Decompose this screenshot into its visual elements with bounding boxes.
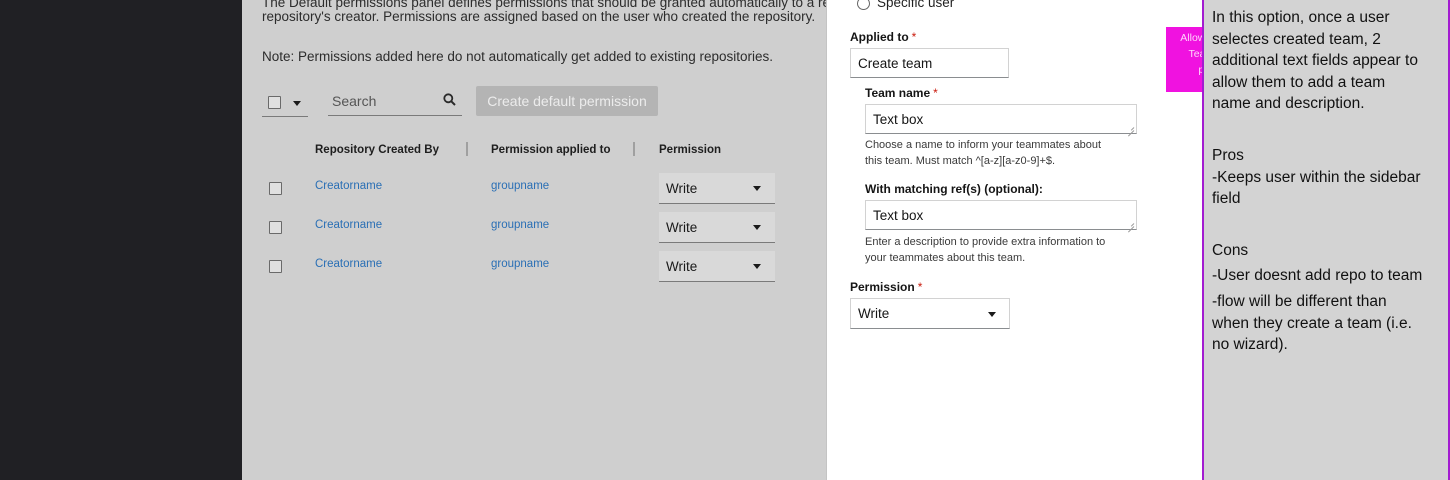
search-icon	[443, 93, 456, 106]
notes-heading-cons: Cons	[1212, 242, 1249, 259]
caret-down-icon	[293, 101, 301, 106]
description-line-2: repository's creator. Permissions are as…	[262, 9, 816, 24]
row-checkbox[interactable]	[269, 182, 282, 195]
team-name-label: Team name *	[865, 86, 938, 100]
matching-ref-label: With matching ref(s) (optional):	[865, 182, 1043, 196]
caret-down-icon	[753, 264, 761, 269]
matching-ref-help-line-1: Enter a description to provide extra inf…	[865, 236, 1106, 248]
notes-line: name and description.	[1212, 95, 1365, 112]
required-mark: *	[917, 280, 923, 294]
notes-heading-pros: Pros	[1212, 147, 1244, 164]
notes-line: field	[1212, 190, 1241, 207]
caret-down-icon	[753, 186, 761, 191]
specific-user-label: Specific user	[877, 0, 955, 10]
applied-to-value: Create team	[858, 56, 933, 71]
matching-ref-value: Text box	[873, 208, 924, 223]
permission-select[interactable]: Write	[659, 251, 775, 282]
permission-applied-to-link[interactable]: groupname	[491, 219, 549, 231]
sort-icon[interactable]	[631, 142, 637, 156]
notes-line: -flow will be different than	[1212, 293, 1387, 310]
column-header-permission: Permission	[659, 144, 721, 156]
search-placeholder: Search	[332, 93, 377, 109]
resize-handle-icon[interactable]	[1127, 220, 1134, 227]
matching-ref-help-line-2: your teammates about this team.	[865, 252, 1026, 264]
team-name-help-line-2: this team. Must match ^[a-z][a-z0-9]+$.	[865, 155, 1056, 167]
repository-creator-link[interactable]: Creatorname	[315, 219, 382, 231]
specific-user-radio[interactable]	[857, 0, 870, 10]
permission-label: Permission *	[850, 280, 923, 294]
main-content: The Default permissions panel defines pe…	[242, 0, 826, 480]
notes-line: allow them to add a team	[1212, 74, 1386, 91]
team-name-help-line-1: Choose a name to inform your teammates a…	[865, 139, 1102, 151]
notes-line: -User doesnt add repo to team	[1212, 267, 1423, 284]
permission-select[interactable]: Write	[659, 173, 775, 204]
permission-value: Write	[666, 220, 698, 235]
permission-value: Write	[858, 306, 890, 321]
notes-line: no wizard).	[1212, 336, 1288, 353]
applied-to-label: Applied to *	[850, 30, 917, 44]
bulk-select-dropdown[interactable]	[262, 88, 308, 117]
left-navigation	[0, 0, 242, 480]
notes-line: In this option, once a user	[1212, 9, 1390, 26]
row-checkbox[interactable]	[269, 221, 282, 234]
permission-applied-to-link[interactable]: groupname	[491, 180, 549, 192]
permission-applied-to-link[interactable]: groupname	[491, 258, 549, 270]
bulk-select-checkbox[interactable]	[268, 96, 281, 109]
caret-down-icon	[753, 225, 761, 230]
sort-icon[interactable]	[464, 142, 470, 156]
permissions-note: Note: Permissions added here do not auto…	[262, 49, 774, 64]
resize-handle-icon[interactable]	[1127, 124, 1134, 131]
required-mark: *	[933, 86, 938, 100]
caret-down-icon	[988, 312, 996, 317]
permission-select[interactable]: Write	[850, 298, 1010, 329]
row-checkbox[interactable]	[269, 260, 282, 273]
create-default-permission-button[interactable]: Create default permission	[476, 86, 658, 116]
design-notes-panel: In this option, once a user selectes cre…	[1202, 0, 1450, 480]
matching-ref-textarea[interactable]: Text box	[865, 200, 1137, 230]
permission-value: Write	[666, 259, 698, 274]
notes-line: when they create a team (i.e.	[1212, 315, 1412, 332]
required-mark: *	[911, 30, 917, 44]
notes-line: selectes created team, 2	[1212, 31, 1381, 48]
applied-to-select[interactable]: Create team	[850, 48, 1009, 78]
notes-line: -Keeps user within the sidebar	[1212, 169, 1421, 186]
permission-select[interactable]: Write	[659, 212, 775, 243]
create-permission-drawer: Specific user Applied to * Create team Te…	[826, 0, 1202, 480]
permission-value: Write	[666, 181, 698, 196]
search-input[interactable]: Search	[328, 86, 462, 116]
column-header-created-by[interactable]: Repository Created By	[315, 144, 439, 156]
repository-creator-link[interactable]: Creatorname	[315, 258, 382, 270]
notes-line: additional text fields appear to	[1212, 52, 1418, 69]
team-name-value: Text box	[873, 112, 924, 127]
repository-creator-link[interactable]: Creatorname	[315, 180, 382, 192]
column-header-applied-to[interactable]: Permission applied to	[491, 144, 611, 156]
team-name-textarea[interactable]: Text box	[865, 104, 1137, 134]
